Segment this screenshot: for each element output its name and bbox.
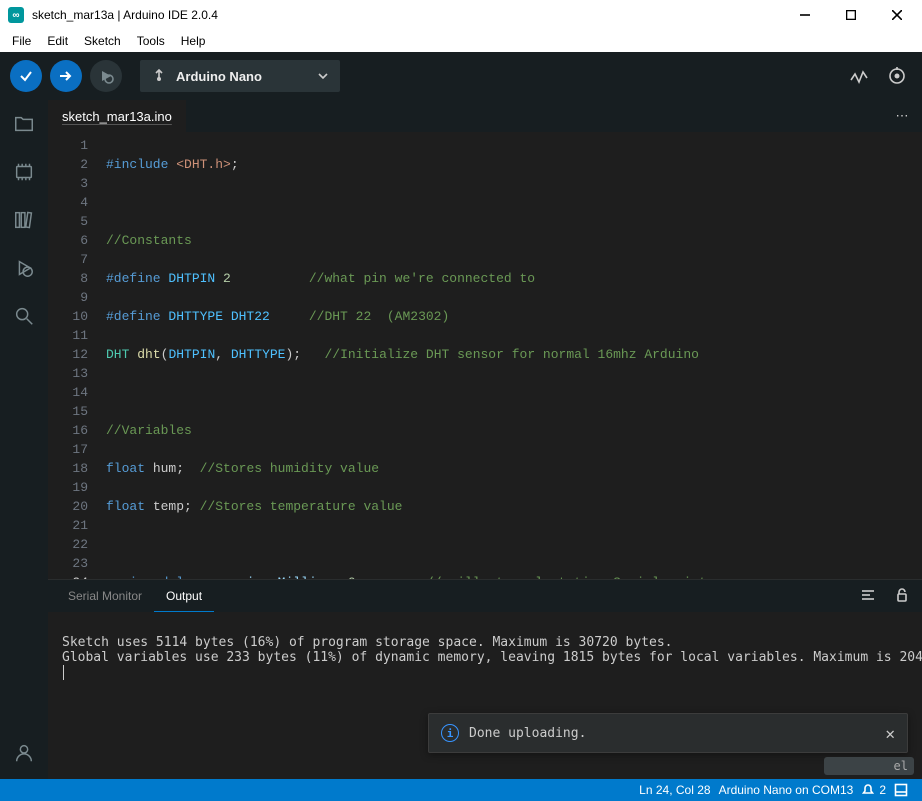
menu-edit[interactable]: Edit — [39, 32, 76, 50]
verify-button[interactable] — [10, 60, 42, 92]
window-title: sketch_mar13a | Arduino IDE 2.0.4 — [32, 8, 782, 22]
window-minimize-button[interactable] — [782, 0, 828, 30]
serial-plotter-button[interactable] — [844, 61, 874, 91]
boards-manager-tab[interactable] — [10, 158, 38, 186]
output-line: Global variables use 233 bytes (11%) of … — [62, 650, 922, 665]
status-notifications[interactable]: 2 — [857, 783, 890, 797]
window-close-button[interactable] — [874, 0, 920, 30]
panel-lock-icon[interactable] — [890, 585, 914, 608]
board-name: Arduino Nano — [176, 69, 318, 84]
menu-bar: File Edit Sketch Tools Help — [0, 30, 922, 52]
search-tab[interactable] — [10, 302, 38, 330]
overflow-stub: el — [824, 757, 914, 775]
title-bar: ∞ sketch_mar13a | Arduino IDE 2.0.4 — [0, 0, 922, 30]
code-body[interactable]: #include <DHT.h>; //Constants #define DH… — [102, 132, 922, 579]
editor-area: sketch_mar13a.ino ⋯ 1 2 3 4 5 6 7 8 9 10… — [48, 100, 922, 779]
board-selector[interactable]: Arduino Nano — [140, 60, 340, 92]
menu-tools[interactable]: Tools — [129, 32, 173, 50]
toast-message: Done uploading. — [469, 726, 586, 741]
app-icon: ∞ — [8, 7, 24, 23]
status-bar: Ln 24, Col 28 Arduino Nano on COM13 2 — [0, 779, 922, 801]
menu-file[interactable]: File — [4, 32, 39, 50]
serial-monitor-button[interactable] — [882, 61, 912, 91]
info-icon: i — [441, 724, 459, 742]
debug-button[interactable] — [90, 60, 122, 92]
panel-tab-output[interactable]: Output — [154, 580, 214, 612]
panel-tab-serial[interactable]: Serial Monitor — [56, 580, 154, 612]
status-board[interactable]: Arduino Nano on COM13 — [715, 783, 858, 797]
account-icon[interactable] — [10, 739, 38, 767]
sketchbook-tab[interactable] — [10, 110, 38, 138]
editor-tab-row: sketch_mar13a.ino ⋯ — [48, 100, 922, 132]
output-line: Sketch uses 5114 bytes (16%) of program … — [62, 635, 672, 650]
output-body[interactable]: Sketch uses 5114 bytes (16%) of program … — [48, 612, 922, 779]
bottom-panel: Serial Monitor Output Sketch uses 5114 b… — [48, 579, 922, 779]
toast-close-button[interactable]: ✕ — [885, 724, 895, 743]
library-manager-tab[interactable] — [10, 206, 38, 234]
panel-tabs: Serial Monitor Output — [48, 580, 922, 612]
tab-overflow-menu[interactable]: ⋯ — [882, 100, 922, 132]
status-cursor-position[interactable]: Ln 24, Col 28 — [635, 783, 714, 797]
activity-bar — [0, 100, 48, 779]
panel-clear-icon[interactable] — [856, 585, 880, 608]
status-close-panel-icon[interactable] — [890, 783, 912, 797]
toolbar: Arduino Nano — [0, 52, 922, 100]
window-maximize-button[interactable] — [828, 0, 874, 30]
debug-tab[interactable] — [10, 254, 38, 282]
toast-notification: i Done uploading. ✕ — [428, 713, 908, 753]
upload-button[interactable] — [50, 60, 82, 92]
chevron-down-icon — [318, 69, 328, 84]
menu-help[interactable]: Help — [173, 32, 214, 50]
code-editor[interactable]: 1 2 3 4 5 6 7 8 9 10 11 12 13 14 15 16 1… — [48, 132, 922, 579]
editor-tab[interactable]: sketch_mar13a.ino — [48, 100, 186, 132]
line-gutter: 1 2 3 4 5 6 7 8 9 10 11 12 13 14 15 16 1… — [48, 132, 102, 579]
usb-icon — [152, 68, 166, 85]
tab-filename: sketch_mar13a.ino — [62, 109, 172, 124]
menu-sketch[interactable]: Sketch — [76, 32, 129, 50]
